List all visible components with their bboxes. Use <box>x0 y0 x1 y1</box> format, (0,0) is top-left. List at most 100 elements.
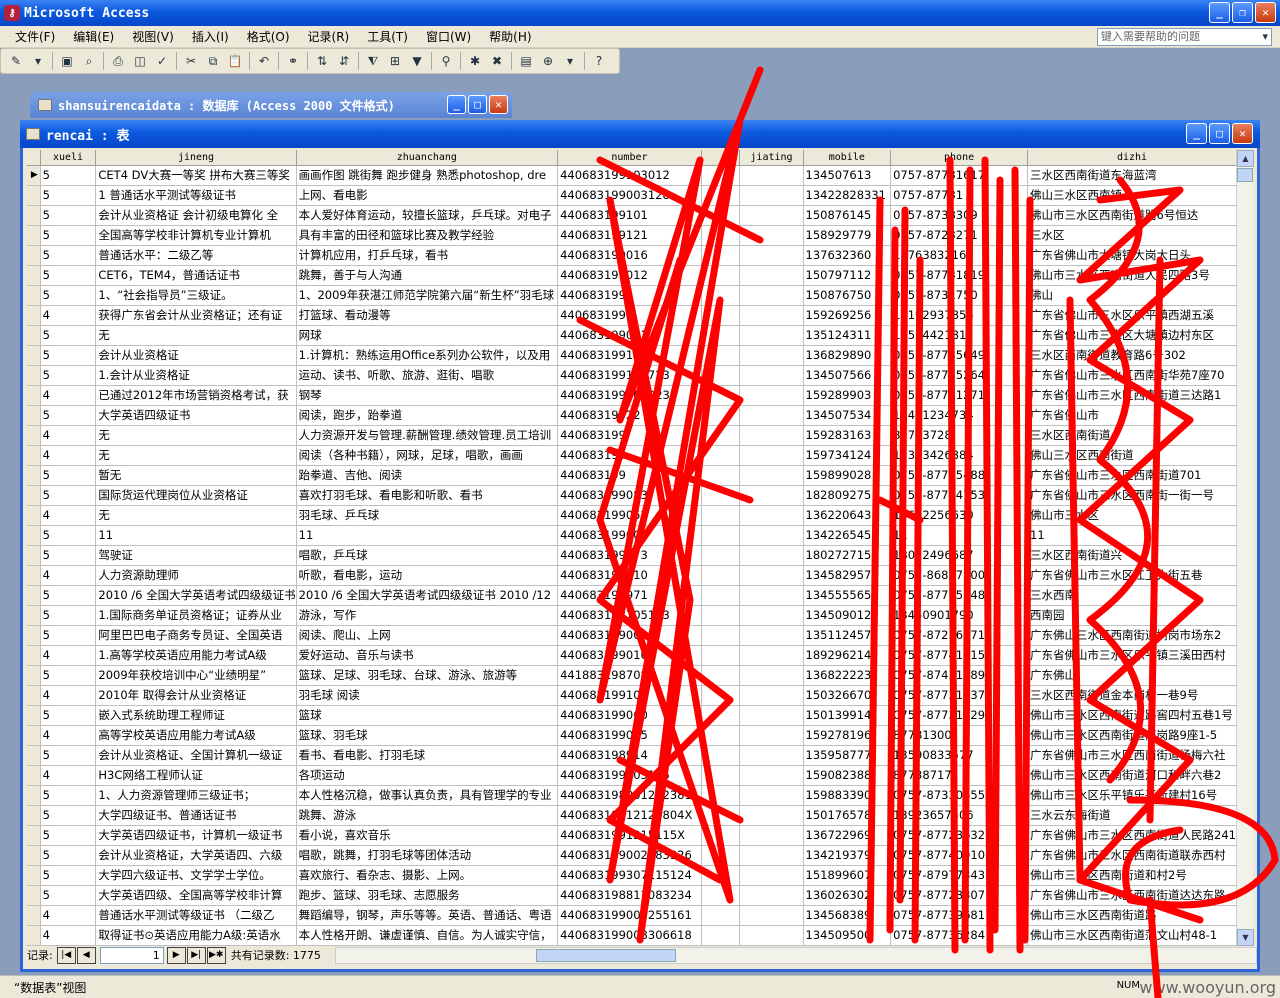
table-row[interactable]: 5 1、“社会指导员”三级证。 1、2009年获湛江师范学院第六届“新生杯”羽毛球 4… <box>27 285 1237 306</box>
cell-jiating[interactable] <box>739 205 804 226</box>
cell-jineng[interactable]: 无 <box>95 445 297 466</box>
hscroll-thumb[interactable] <box>535 948 676 962</box>
row-selector[interactable] <box>27 405 41 426</box>
cell-mobile[interactable]: 135112457 <box>803 625 892 646</box>
row-selector[interactable] <box>27 705 41 726</box>
cell-phone[interactable]: 0757-87723632 <box>890 825 1029 846</box>
cell-mobile[interactable]: 134509012 <box>803 605 892 626</box>
table-row[interactable]: 4 高等学校英语应用能力考试A级 篮球、羽毛球 440683199005 1592781… <box>27 725 1237 746</box>
table-window-title[interactable]: rencai : 表 _ □ ✕ <box>20 120 1260 148</box>
cell-xueli[interactable]: 5 <box>40 325 97 346</box>
row-selector[interactable] <box>27 925 41 946</box>
cell-zhuanchang[interactable]: 1.计算机：熟练运用Office系列办公软件，以及用 <box>296 345 559 366</box>
cell-xueli[interactable]: 5 <box>40 205 97 226</box>
cell-zhuanchang[interactable]: 钢琴 <box>296 385 559 406</box>
table-row[interactable]: 5 大学四级证书、普通话证书 跳舞、游泳 44068319912120804X 1501… <box>27 805 1237 826</box>
cell-dizhi[interactable]: 佛山市三水区乐平镇乐平新建村16号 <box>1027 785 1237 806</box>
table-row[interactable]: 5 1、人力资源管理师三级证书； 本人性格沉稳，做事认真负责，具有管理学的专业 440… <box>27 785 1237 806</box>
cell-xueli[interactable]: 4 <box>40 725 97 746</box>
db-close-button[interactable]: ✕ <box>489 95 508 114</box>
cell-number[interactable]: 440683199083 <box>557 485 702 506</box>
table-row[interactable]: 4 无阅读（各种书籍），网球，足球，唱歌，画画 440683199 159734124… <box>27 445 1237 466</box>
row-selector[interactable] <box>27 625 41 646</box>
cell-mobile[interactable]: 13422828331 <box>803 185 892 206</box>
cell-mobile[interactable]: 150797112 <box>803 265 892 286</box>
menu-tools[interactable]: 工具(T) <box>358 26 417 47</box>
cell-number[interactable]: 440683199121 <box>557 345 702 366</box>
cell-jineng[interactable]: 1、“社会指导员”三级证。 <box>95 285 297 306</box>
cell-number[interactable]: 440683199971 <box>557 585 702 606</box>
cell-jiating[interactable] <box>739 845 804 866</box>
column-header-jiating[interactable]: jiating <box>739 150 804 166</box>
cell-phone[interactable]: 13622256630 <box>890 505 1029 526</box>
cell-mobile[interactable]: 159899028 <box>803 465 892 486</box>
cell-xueli[interactable]: 5 <box>40 665 97 686</box>
cell-jineng[interactable]: 1、人力资源管理师三级证书； <box>95 785 297 806</box>
cell-xueli[interactable]: 5 <box>40 825 97 846</box>
cell-phone[interactable]: 0757-8723271 <box>890 225 1029 246</box>
cell-phone[interactable]: 13763832160 <box>890 245 1029 266</box>
cell-jineng[interactable]: 高等学校英语应用能力考试A级 <box>95 725 297 746</box>
cell-mobile[interactable]: 136220643 <box>803 505 892 526</box>
find-icon[interactable]: ⚲ <box>436 51 456 71</box>
cell-zhuanchang[interactable]: 阅读，跑步，跆拳道 <box>296 405 559 426</box>
cell-number[interactable]: 440681199052 <box>557 505 702 526</box>
cell-number[interactable]: 440683199016 <box>557 245 702 266</box>
table-minimize-button[interactable]: _ <box>1186 123 1207 144</box>
cell-jineng[interactable]: 暂无 <box>95 465 297 486</box>
row-selector[interactable] <box>27 825 41 846</box>
table-row[interactable]: 4 普通话水平测试等级证书 （二级乙 舞蹈编导，钢琴，声乐等等。英语、普通话、粤语 4… <box>27 905 1237 926</box>
menu-records[interactable]: 记录(R) <box>299 26 359 47</box>
cell-phone[interactable]: 11 <box>890 525 1029 546</box>
cell-number[interactable]: 440683198811083234 <box>557 885 702 906</box>
cell-dizhi[interactable]: 佛山市三水区西南街道路窖四村五巷1号 <box>1027 705 1237 726</box>
scroll-thumb[interactable] <box>1237 168 1253 182</box>
cell-jiating[interactable] <box>739 825 804 846</box>
cell-zhuanchang[interactable]: 本人性格沉稳，做事认真负责，具有管理学的专业 <box>296 785 559 806</box>
cell-dizhi[interactable]: 广东省佛山市三水区大塘镇边村东区 <box>1027 325 1237 346</box>
cell-zhuanchang[interactable]: 篮球、羽毛球 <box>296 725 559 746</box>
cell-mobile[interactable]: 136829890 <box>803 345 892 366</box>
close-button[interactable]: ✕ <box>1255 2 1276 23</box>
cell-jineng[interactable]: 无 <box>95 325 297 346</box>
row-selector[interactable] <box>27 325 41 346</box>
cell-number[interactable]: 440683199 <box>557 465 702 486</box>
cell-mobile[interactable]: 150876750 <box>803 285 892 306</box>
cell-jineng[interactable]: H3C网络工程师认证 <box>95 765 297 786</box>
cell-phone[interactable]: 0757-87735488 <box>890 465 1029 486</box>
cell-zhuanchang[interactable]: 运动、读书、听歌、旅游、逛街、唱歌 <box>296 365 559 386</box>
cell-dizhi[interactable]: 西南园 <box>1027 605 1237 626</box>
row-selector[interactable] <box>27 565 41 586</box>
cell-xueli[interactable]: 5 <box>40 285 97 306</box>
cell-zhuanchang[interactable]: 跳舞、游泳 <box>296 805 559 826</box>
cell-jineng[interactable]: 2010年 取得会计从业资格证 <box>95 685 297 706</box>
sort-descending-icon[interactable]: ⇵ <box>334 51 354 71</box>
cell-dizhi[interactable]: 三水区 <box>1027 225 1237 246</box>
current-record-input[interactable]: 1 <box>99 946 164 964</box>
row-selector[interactable] <box>27 305 41 326</box>
cell-dizhi[interactable]: 三水区西南街道金本岗村一巷9号 <box>1027 685 1237 706</box>
cell-jineng[interactable]: CET6，TEM4，普通话证书 <box>95 265 297 286</box>
column-header-dizhi[interactable]: dizhi <box>1027 150 1237 166</box>
cell-number[interactable]: 44068319912120804X <box>557 805 702 826</box>
cell-zhuanchang[interactable]: 羽毛球、乒乓球 <box>296 505 559 526</box>
cell-number[interactable]: 440683199101 <box>557 205 702 226</box>
previous-record-icon[interactable]: ◀ <box>76 946 96 964</box>
cell-jiating[interactable] <box>739 245 804 266</box>
cell-jineng[interactable]: 大学四六级证书、文学学士学位。 <box>95 865 297 886</box>
filter-selection-icon[interactable]: ⧨ <box>363 51 383 71</box>
table-row[interactable]: 4 2010年 取得会计从业资格证 羽毛球 阅读 440683199101 150326… <box>27 685 1237 706</box>
cell-number[interactable]: 440683198901232381 <box>557 785 702 806</box>
cell-xueli[interactable]: 5 <box>40 705 97 726</box>
cell-mobile[interactable]: 134568389 <box>803 905 892 926</box>
column-header-jineng[interactable]: jineng <box>95 150 297 166</box>
cell-xueli[interactable]: 5 <box>40 625 97 646</box>
cell-jineng[interactable]: 嵌入式系统助理工程师证 <box>95 705 297 726</box>
cell-xueli[interactable]: 4 <box>40 925 97 946</box>
row-selector[interactable] <box>27 205 41 226</box>
menu-file[interactable]: 文件(F) <box>6 26 64 47</box>
cell-zhuanchang[interactable]: 唱歌，乒乓球 <box>296 545 559 566</box>
cell-jiating[interactable] <box>739 525 804 546</box>
cell-jineng[interactable]: 取得证书⊙英语应用能力A级:英语水 <box>95 925 297 946</box>
scroll-down-icon[interactable]: ▼ <box>1237 929 1254 946</box>
